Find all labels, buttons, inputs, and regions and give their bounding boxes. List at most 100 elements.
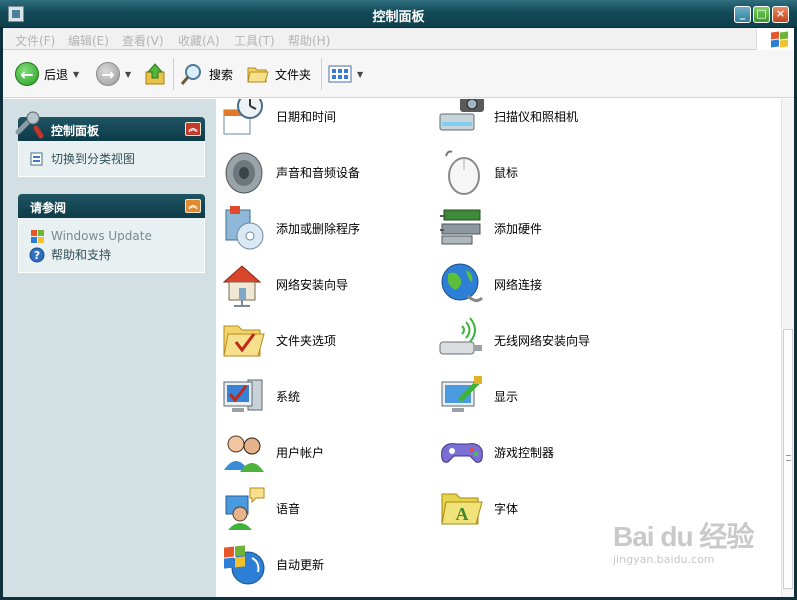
control-panel-window: 控制面板 _ □ × 文件(F) 编辑(E) 查看(V) 收藏(A) 工具(T)… xyxy=(0,0,797,600)
folders-button[interactable]: 文件夹 xyxy=(246,60,311,88)
help-support-label: 帮助和支持 xyxy=(51,248,112,262)
item-sound-audio[interactable]: 声音和音频设备 xyxy=(220,147,360,197)
windows-update-label: Windows Update xyxy=(51,228,152,243)
menu-help[interactable]: 帮助(H) xyxy=(288,32,330,49)
windows-update-icon xyxy=(220,540,268,588)
close-button[interactable]: × xyxy=(772,6,789,23)
item-network-connections[interactable]: 网络连接 xyxy=(438,259,542,309)
item-label: 自动更新 xyxy=(276,557,325,572)
item-label: 添加硬件 xyxy=(494,221,543,236)
help-support-link[interactable]: ? 帮助和支持 xyxy=(29,245,194,264)
scrollbar-grip-icon xyxy=(786,455,791,461)
views-button[interactable]: ▼ xyxy=(328,60,363,88)
item-label: 用户帐户 xyxy=(276,445,325,460)
task-pane: 控制面板 ︽ 切换到分类视图 请参阅 ︽ Windows Update ? 帮助… xyxy=(3,99,216,597)
menu-bar: 文件(F) 编辑(E) 查看(V) 收藏(A) 工具(T) 帮助(H) xyxy=(3,28,794,50)
toolbar: ← 后退 ▼ → ▼ 搜索 文件夹 ▼ xyxy=(3,50,794,98)
minimize-button[interactable]: _ xyxy=(734,6,751,23)
item-label: 游戏控制器 xyxy=(494,445,555,460)
item-speech[interactable]: 语音 xyxy=(220,483,300,533)
item-label: 网络连接 xyxy=(494,277,543,292)
item-label: 显示 xyxy=(494,389,519,404)
mouse-icon xyxy=(438,148,486,196)
speaker-icon xyxy=(220,148,268,196)
windows-flag-icon xyxy=(31,229,44,243)
scrollbar-thumb[interactable] xyxy=(783,329,793,589)
item-label: 扫描仪和照相机 xyxy=(494,109,579,124)
item-automatic-updates[interactable]: 自动更新 xyxy=(220,539,324,589)
item-display[interactable]: 显示 xyxy=(438,371,518,421)
title-bar[interactable]: 控制面板 _ □ × xyxy=(0,0,797,28)
svg-text:?: ? xyxy=(34,249,40,262)
windows-logo-icon xyxy=(756,28,794,50)
control-panel-items: 日期和时间 扫描仪和照相机 声音和音频设备 鼠标 添加或删除程序 添加硬件 网络… xyxy=(216,99,781,597)
item-label: 添加或删除程序 xyxy=(276,221,361,236)
help-icon: ? xyxy=(29,247,45,262)
see-also-section-header[interactable]: 请参阅 ︽ xyxy=(18,194,205,218)
switch-view-label: 切换到分类视图 xyxy=(51,152,136,166)
folders-label: 文件夹 xyxy=(275,67,312,82)
switch-category-view-link[interactable]: 切换到分类视图 xyxy=(29,149,194,168)
wireless-icon xyxy=(438,316,486,364)
back-button[interactable]: ← 后退 ▼ xyxy=(15,60,79,88)
gamepad-icon xyxy=(438,428,486,476)
item-label: 字体 xyxy=(494,501,519,516)
item-fonts[interactable]: A 字体 xyxy=(438,483,518,533)
scanner-camera-icon xyxy=(438,99,486,140)
display-icon xyxy=(438,372,486,420)
see-also-section: 请参阅 ︽ Windows Update ? 帮助和支持 xyxy=(18,194,205,273)
control-panel-section: 控制面板 ︽ 切换到分类视图 xyxy=(15,111,205,177)
control-panel-section-title: 控制面板 xyxy=(51,124,100,138)
forward-arrow-icon: → xyxy=(96,62,120,86)
search-label: 搜索 xyxy=(209,67,234,82)
maximize-button[interactable]: □ xyxy=(753,6,770,23)
item-label: 语音 xyxy=(276,501,301,516)
menu-edit[interactable]: 编辑(E) xyxy=(68,32,109,49)
item-mouse[interactable]: 鼠标 xyxy=(438,147,518,197)
vertical-scrollbar[interactable] xyxy=(781,99,794,597)
clock-calendar-icon xyxy=(220,99,268,140)
views-icon xyxy=(328,65,352,83)
search-icon xyxy=(180,64,201,85)
see-also-title: 请参阅 xyxy=(30,201,67,215)
collapse-see-also-button[interactable]: ︽ xyxy=(185,199,201,213)
views-dropdown-icon[interactable]: ▼ xyxy=(357,70,363,79)
search-button[interactable]: 搜索 xyxy=(180,60,233,88)
menu-favorites[interactable]: 收藏(A) xyxy=(178,32,220,49)
control-panel-section-header[interactable]: 控制面板 ︽ xyxy=(15,111,205,141)
windows-update-link[interactable]: Windows Update xyxy=(29,226,194,245)
computer-icon xyxy=(220,372,268,420)
home-network-icon xyxy=(220,260,268,308)
speech-icon xyxy=(220,484,268,532)
fonts-folder-icon: A xyxy=(438,484,486,532)
back-dropdown-icon[interactable]: ▼ xyxy=(73,70,79,79)
menu-tools[interactable]: 工具(T) xyxy=(234,32,275,49)
see-also-section-body: Windows Update ? 帮助和支持 xyxy=(18,218,205,273)
item-label: 文件夹选项 xyxy=(276,333,337,348)
item-label: 无线网络安装向导 xyxy=(494,333,591,348)
item-label: 网络安装向导 xyxy=(276,277,349,292)
menu-file[interactable]: 文件(F) xyxy=(15,32,55,49)
item-user-accounts[interactable]: 用户帐户 xyxy=(220,427,324,477)
menu-view[interactable]: 查看(V) xyxy=(122,32,164,49)
collapse-control-panel-button[interactable]: ︽ xyxy=(185,122,201,136)
item-folder-options[interactable]: 文件夹选项 xyxy=(220,315,336,365)
globe-network-icon xyxy=(438,260,486,308)
item-add-remove-programs[interactable]: 添加或删除程序 xyxy=(220,203,360,253)
item-game-controllers[interactable]: 游戏控制器 xyxy=(438,427,554,477)
up-folder-button[interactable] xyxy=(144,60,166,88)
item-wireless-setup-wizard[interactable]: 无线网络安装向导 xyxy=(438,315,590,365)
add-remove-programs-icon xyxy=(220,204,268,252)
item-system[interactable]: 系统 xyxy=(220,371,300,421)
item-label: 鼠标 xyxy=(494,165,519,180)
item-add-hardware[interactable]: 添加硬件 xyxy=(438,203,542,253)
item-label: 声音和音频设备 xyxy=(276,165,361,180)
item-label: 日期和时间 xyxy=(276,109,337,124)
item-date-time[interactable]: 日期和时间 xyxy=(220,99,336,141)
forward-dropdown-icon[interactable]: ▼ xyxy=(125,70,131,79)
forward-button[interactable]: → ▼ xyxy=(96,60,131,88)
control-panel-section-body: 切换到分类视图 xyxy=(18,141,205,177)
item-network-setup-wizard[interactable]: 网络安装向导 xyxy=(220,259,348,309)
item-scanners-cameras[interactable]: 扫描仪和照相机 xyxy=(438,99,578,141)
up-folder-icon xyxy=(145,63,165,85)
